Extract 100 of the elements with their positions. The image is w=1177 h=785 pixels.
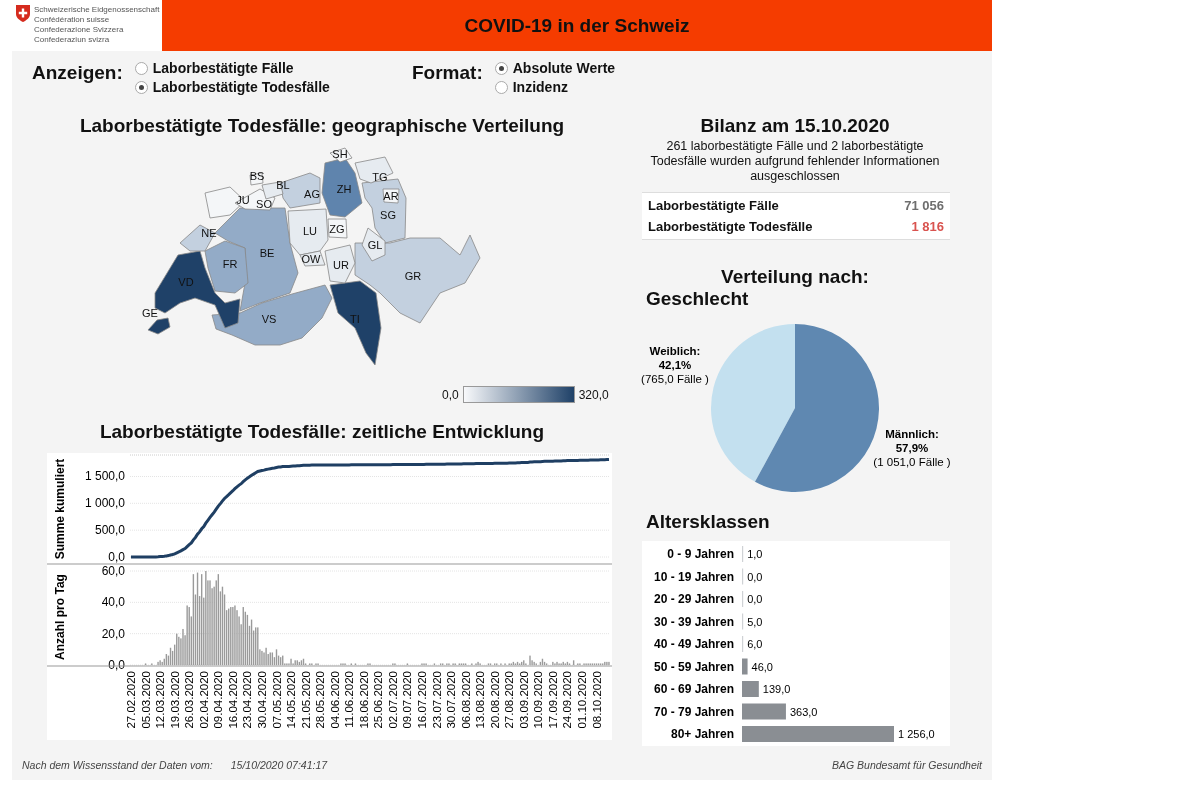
control-label: Format: <box>412 62 483 84</box>
value-label: 363,0 <box>789 705 818 718</box>
canton-label: SH <box>332 148 348 160</box>
canton-label: ZG <box>329 223 345 235</box>
date-label: 06.08.2020 <box>459 671 472 729</box>
value-label: 139,0 <box>762 683 791 695</box>
date-label: 13.08.2020 <box>474 671 487 729</box>
category-label: 10 - 19 Jahren <box>653 569 734 584</box>
slice-share: 42,1% <box>658 359 692 371</box>
section-title: Laborbestätigte Todesfälle: zeitliche Entwicklung <box>98 421 546 443</box>
canton-label: JU <box>236 194 250 206</box>
radio-option[interactable]: Laborbestätigte Fälle <box>134 60 330 76</box>
canton-label: TG <box>372 171 388 183</box>
radio-option[interactable]: Inzidenz <box>494 79 616 95</box>
value-label: 5,0 <box>747 615 763 628</box>
control-label: Anzeigen: <box>32 62 123 84</box>
bar <box>742 658 748 675</box>
date-label: 30.07.2020 <box>445 671 457 729</box>
date-label: 09.04.2020 <box>212 671 225 729</box>
summary-note: 261 laborbestätigte Fälle und 2 laborbestätigte Todesfälle wurden aufgrund fehlender Informationen ausgeschlossen <box>650 139 940 184</box>
date-label: 03.09.2020 <box>517 671 530 729</box>
date-label: 09.07.2020 <box>401 671 414 729</box>
legend-max: 320,0 <box>578 387 609 402</box>
value-label: 0,0 <box>747 570 763 583</box>
logo-text: Confederaziun svizra <box>34 35 111 45</box>
date-label: 23.07.2020 <box>430 671 443 729</box>
date-label: 10.09.2020 <box>532 671 545 729</box>
date-label: 02.07.2020 <box>386 671 399 729</box>
date-label: 24.09.2020 <box>561 671 574 729</box>
summary-label: Laborbestätigte Todesfälle <box>648 219 813 234</box>
date-label: 02.04.2020 <box>197 671 210 729</box>
slice-count: (1 051,0 Fälle ) <box>873 456 951 468</box>
date-label: 20.08.2020 <box>488 671 501 729</box>
category-label: 70 - 79 Jahren <box>653 704 734 719</box>
date-label: 01.10.2020 <box>575 671 588 729</box>
canton-label: VS <box>261 313 277 325</box>
bar <box>742 681 759 697</box>
axis-tick-label: 1 500,0 <box>84 469 125 484</box>
axis-title: Anzahl pro Tag <box>53 574 67 660</box>
date-label: 28.05.2020 <box>314 671 327 729</box>
date-label: 16.07.2020 <box>415 671 428 729</box>
date-label: 23.04.2020 <box>241 671 254 729</box>
radio-option[interactable]: Laborbestätigte Todesfälle <box>134 79 330 95</box>
page-title: COVID-19 in der Schweiz <box>464 14 690 37</box>
canton-label: TI <box>350 313 360 325</box>
date-label: 27.08.2020 <box>503 671 516 729</box>
slice-share: 57,9% <box>895 442 929 454</box>
axis-tick-label: 0,0 <box>108 658 125 672</box>
summary-title: Bilanz am 15.10.2020 <box>699 115 891 137</box>
canton-label: BE <box>259 247 275 259</box>
date-label: 11.06.2020 <box>343 671 356 728</box>
canton-label: AR <box>383 190 399 202</box>
canton-label: OW <box>301 253 321 265</box>
canton-label: SO <box>256 198 272 210</box>
date-label: 25.06.2020 <box>372 671 385 729</box>
date-label: 05.03.2020 <box>139 671 152 729</box>
value-label: 0,0 <box>747 593 763 605</box>
date-label: 07.05.2020 <box>270 671 283 729</box>
date-label: 12.03.2020 <box>154 671 167 729</box>
canton-label: UR <box>333 259 349 271</box>
radio-option[interactable]: Absolute Werte <box>494 60 616 76</box>
category-label: 50 - 59 Jahren <box>653 659 734 674</box>
canton-label: GL <box>367 239 383 251</box>
date-label: 17.09.2020 <box>546 671 559 729</box>
category-label: 20 - 29 Jahren <box>653 592 734 606</box>
canton-label: LU <box>302 225 318 237</box>
value-label: 1,0 <box>747 548 763 560</box>
value-label: 46,0 <box>751 660 773 673</box>
axis-tick-label: 0,0 <box>108 550 125 564</box>
logo-text: Schweizerische Eidgenossenschaft <box>34 5 160 15</box>
slice-label: Weiblich: <box>649 345 701 357</box>
axis-title: Summe kumuliert <box>53 458 67 560</box>
canton-label: NE <box>201 227 217 239</box>
section-title: Verteilung nach: <box>720 266 870 288</box>
footer-source: BAG Bundesamt für Gesundheit <box>832 759 982 771</box>
section-title: Laborbestätigte Todesfälle: geographische Verteilung <box>78 115 566 137</box>
footer-timestamp: 15/10/2020 07:41:17 <box>230 759 328 771</box>
canton-label: BS <box>249 170 265 182</box>
date-label: 27.02.2020 <box>125 671 137 729</box>
category-label: 80+ Jahren <box>670 727 734 741</box>
category-label: 0 - 9 Jahren <box>667 547 734 561</box>
axis-tick-label: 1 000,0 <box>84 496 125 511</box>
bar <box>742 703 786 720</box>
value-label: 6,0 <box>747 638 763 650</box>
canton-label: AG <box>304 188 320 200</box>
date-label: 18.06.2020 <box>357 671 370 729</box>
section-title: Altersklassen <box>646 511 771 533</box>
footer-label: Nach dem Wissensstand der Daten vom: <box>22 759 213 771</box>
legend-min: 0,0 <box>442 387 459 402</box>
canton-label: ZH <box>336 183 352 195</box>
date-label: 19.03.2020 <box>168 671 181 729</box>
logo-text: Confederazione Svizzera <box>34 25 125 35</box>
date-label: 08.10.2020 <box>590 671 603 729</box>
canton-label: GR <box>404 270 422 282</box>
canton-label: SG <box>380 209 396 221</box>
slice-label: Männlich: <box>885 428 939 440</box>
value-label: 1 256,0 <box>898 728 935 740</box>
canton-label: BL <box>276 179 290 191</box>
canton-label: FR <box>222 258 238 270</box>
date-label: 04.06.2020 <box>328 671 341 729</box>
